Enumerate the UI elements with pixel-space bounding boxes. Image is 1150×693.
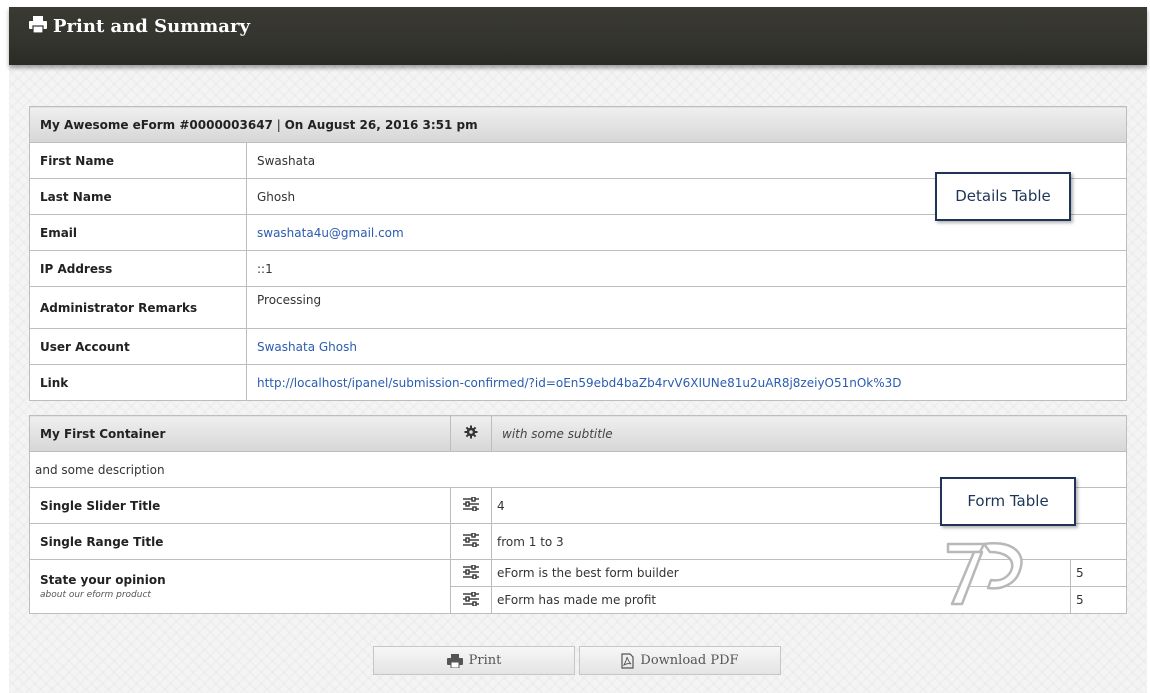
row-label: Last Name (29, 178, 247, 215)
submission-date: On August 26, 2016 3:51 pm (284, 117, 478, 132)
table-row: User Account Swashata Ghosh (29, 328, 1127, 365)
row-label: Single Slider Title (29, 487, 451, 524)
sliders-icon (450, 586, 492, 614)
details-table-callout: Details Table (935, 172, 1071, 221)
printer-icon (29, 16, 47, 34)
page-title: Print and Summary (53, 16, 250, 37)
opinion-label-cell: State your opinion about our eform produ… (29, 559, 451, 614)
table-row: Administrator Remarks Processing (29, 286, 1127, 329)
form-id: My Awesome eForm #0000003647 (40, 117, 273, 132)
heading-separator: | (272, 117, 285, 132)
pdf-file-icon (621, 652, 635, 669)
details-table-header: My Awesome eForm #0000003647 | On August… (29, 106, 1127, 143)
user-account-link[interactable]: Swashata Ghosh (246, 328, 1127, 365)
row-sublabel: about our eform product (40, 590, 151, 600)
gear-icon (450, 415, 492, 452)
row-value: Processing (246, 286, 1127, 329)
opinion-score: 5 (1070, 586, 1127, 614)
sliders-icon (450, 487, 492, 524)
container-header: My First Container with some subtitle (29, 415, 1127, 452)
row-value: ::1 (246, 250, 1127, 287)
row-label: IP Address (29, 250, 247, 287)
row-label: Administrator Remarks (29, 286, 247, 329)
container-title: My First Container (29, 415, 451, 452)
sliders-icon (450, 559, 492, 587)
sliders-icon (450, 523, 492, 560)
table-row: Link http://localhost/ipanel/submission-… (29, 364, 1127, 401)
print-button-label: Print (468, 653, 502, 668)
row-label: First Name (29, 142, 247, 179)
row-label: Single Range Title (29, 523, 451, 560)
details-table: My Awesome eForm #0000003647 | On August… (29, 106, 1127, 401)
submission-link[interactable]: http://localhost/ipanel/submission-confi… (246, 364, 1127, 401)
download-pdf-button-label: Download PDF (640, 653, 739, 668)
brand-logo (946, 542, 1023, 606)
download-pdf-button[interactable]: Download PDF (579, 646, 781, 675)
opinion-score: 5 (1070, 559, 1127, 587)
row-value: from 1 to 3 (491, 523, 1127, 560)
row-label: State your opinion (40, 573, 166, 587)
panel-header: Print and Summary (9, 7, 1147, 65)
row-label: Link (29, 364, 247, 401)
row-label: Email (29, 214, 247, 251)
table-row: IP Address ::1 (29, 250, 1127, 287)
printer-icon (446, 653, 463, 668)
container-subtitle: with some subtitle (491, 415, 1127, 452)
print-button[interactable]: Print (373, 646, 575, 675)
form-table-callout: Form Table (940, 477, 1076, 526)
row-label: User Account (29, 328, 247, 365)
